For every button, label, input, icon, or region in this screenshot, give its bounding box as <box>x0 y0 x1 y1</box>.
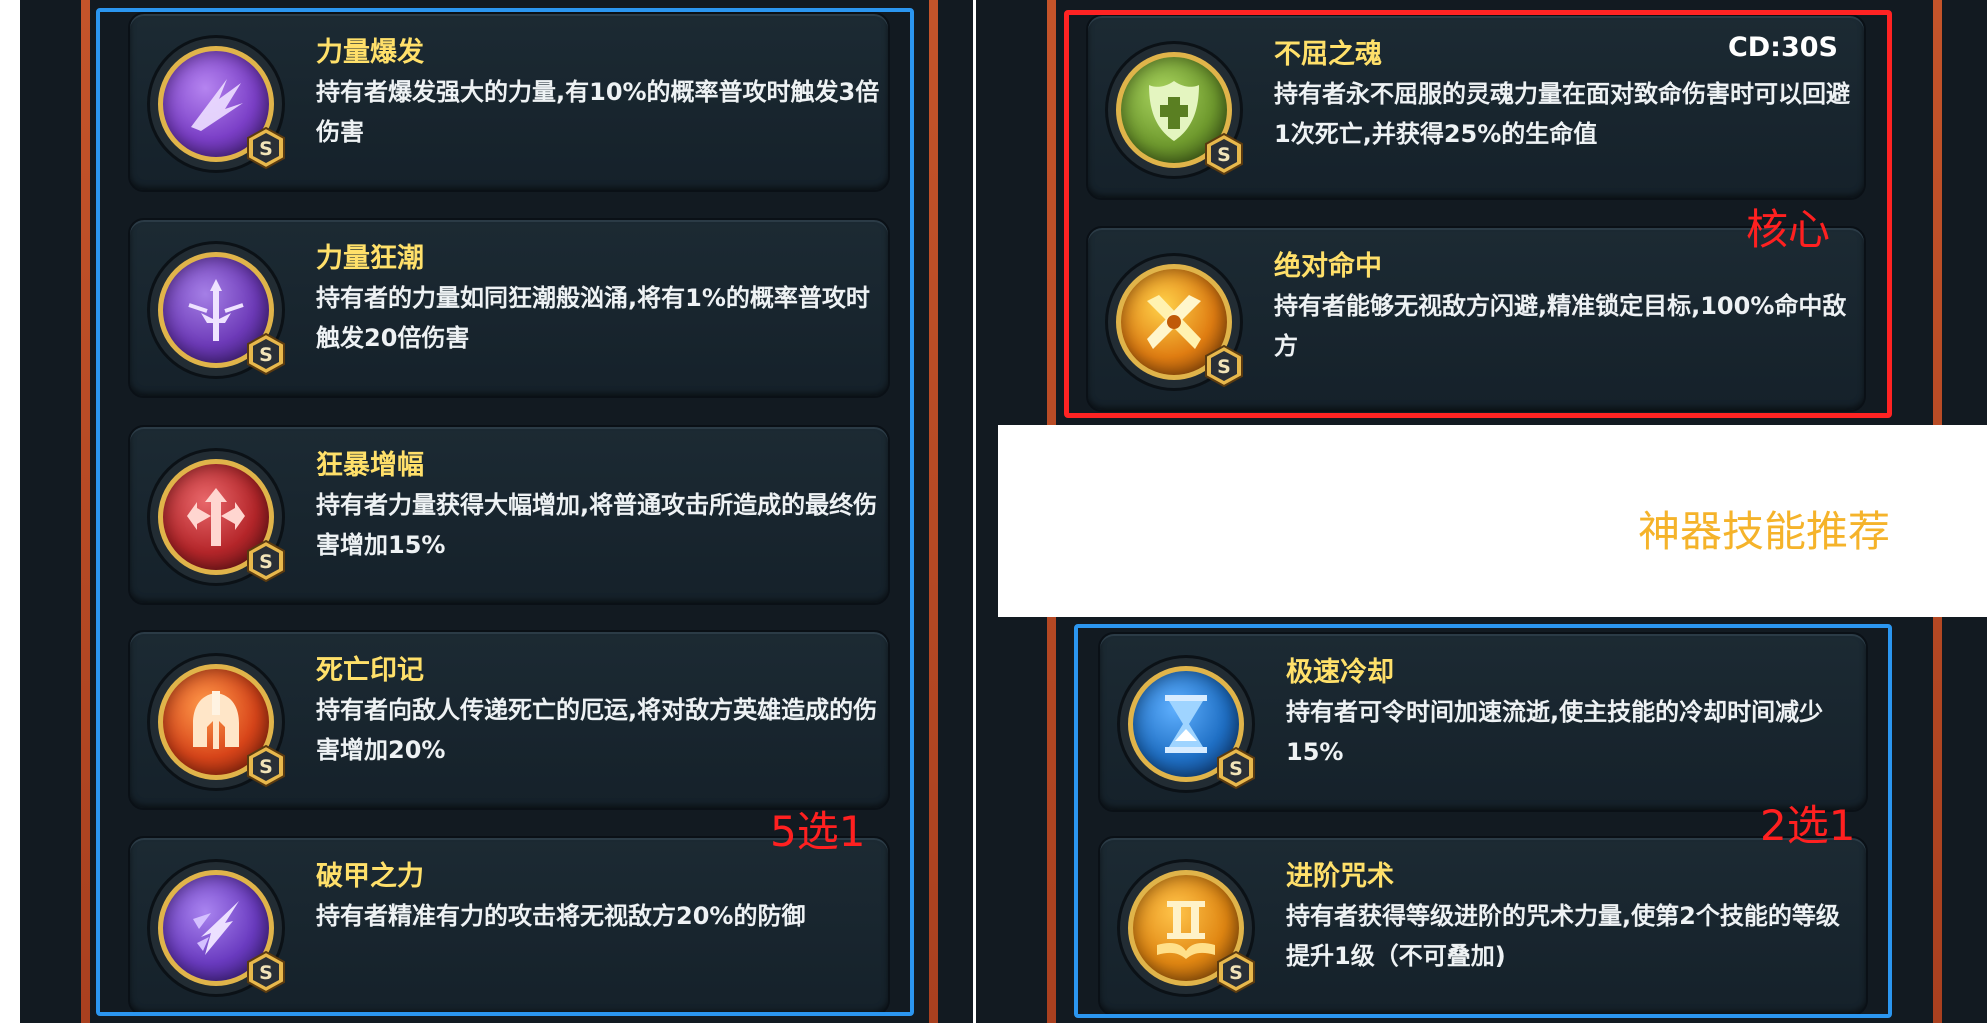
core-label: 核心 <box>1746 205 1831 254</box>
pick-one-of-two-label: 2选1 <box>1760 801 1856 850</box>
pick-one-of-five-label: 5选1 <box>770 807 866 856</box>
panel-rail <box>929 0 938 1023</box>
pick-one-of-five-frame <box>96 8 914 1016</box>
panel-rail <box>81 0 90 1023</box>
section-title: 神器技能推荐 <box>1638 507 1891 556</box>
